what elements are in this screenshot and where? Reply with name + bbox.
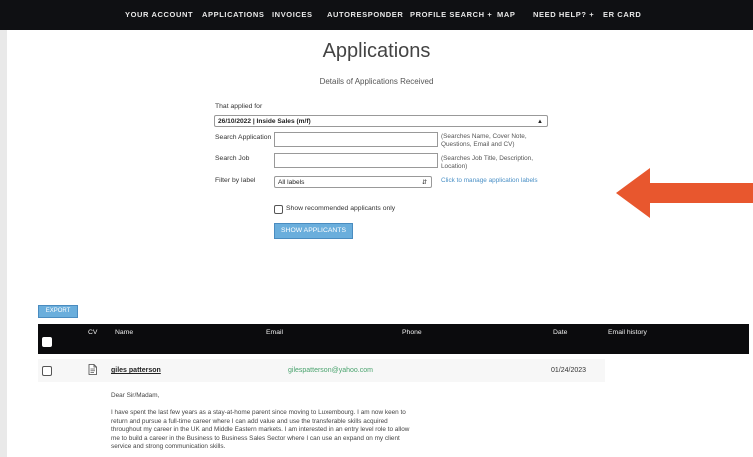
search-application-label: Search Application bbox=[215, 134, 272, 141]
search-job-hint: (Searches Job Title, Description, Locati… bbox=[441, 155, 533, 170]
header-phone: Phone bbox=[402, 329, 422, 336]
nav-invoices[interactable]: INVOICES bbox=[272, 0, 313, 30]
letter-line-1: I have spent the last few years as a sta… bbox=[111, 409, 406, 416]
letter-line-2: return and pursue a full-time career whe… bbox=[111, 417, 388, 425]
document-icon[interactable] bbox=[88, 364, 97, 375]
letter-greeting: Dear Sir/Madam, bbox=[111, 392, 160, 399]
search-application-hint: (Searches Name, Cover Note, Questions, E… bbox=[441, 133, 527, 148]
nav-er-card[interactable]: ER CARD bbox=[603, 0, 641, 30]
nav-your-account[interactable]: YOUR ACCOUNT bbox=[125, 0, 193, 30]
export-button[interactable]: EXPORT bbox=[38, 305, 78, 318]
select-all-checkbox[interactable] bbox=[42, 337, 52, 347]
filter-label: Filter by label bbox=[215, 177, 256, 184]
recommended-label: Show recommended applicants only bbox=[286, 205, 396, 212]
header-email-history: Email history bbox=[608, 329, 647, 336]
arrow-pointer-icon bbox=[616, 168, 753, 218]
nav-need-help[interactable]: NEED HELP? + bbox=[533, 0, 594, 30]
applicant-email-link[interactable]: gilespatterson@yahoo.com bbox=[288, 367, 373, 374]
header-cv: CV bbox=[88, 329, 98, 336]
nav-map[interactable]: MAP bbox=[497, 0, 515, 30]
page-left-edge bbox=[0, 30, 7, 457]
application-date: 01/24/2023 bbox=[551, 367, 587, 374]
search-job-input[interactable] bbox=[274, 153, 438, 168]
header-date: Date bbox=[553, 329, 568, 336]
select-arrows-icon: ⇵ bbox=[421, 180, 427, 186]
table-header: CV Name Email Phone Date Email history bbox=[38, 324, 749, 354]
nav-applications[interactable]: APPLICATIONS bbox=[202, 0, 264, 30]
applicant-name-link[interactable]: giles patterson bbox=[111, 367, 161, 374]
manage-labels-link[interactable]: Click to manage application labels bbox=[441, 177, 541, 185]
show-applicants-button[interactable]: SHOW APPLICANTS bbox=[274, 223, 353, 239]
header-name: Name bbox=[115, 329, 134, 336]
page-subtitle: Details of Applications Received bbox=[319, 77, 434, 86]
letter-line-4: me to build a career in the Business to … bbox=[111, 434, 400, 442]
row-select-checkbox[interactable] bbox=[42, 366, 52, 376]
applied-for-value: 26/10/2022 | Inside Sales (m/f) bbox=[218, 118, 311, 125]
search-application-input[interactable] bbox=[274, 132, 438, 147]
header-email: Email bbox=[266, 329, 283, 336]
applied-for-label: That applied for bbox=[215, 103, 263, 110]
nav-profile-search[interactable]: PROFILE SEARCH + bbox=[410, 0, 492, 30]
nav-autoresponder[interactable]: AUTORESPONDER bbox=[327, 0, 403, 30]
filter-value: All labels bbox=[278, 179, 305, 186]
letter-line-3: throughout my career in the UK and Middl… bbox=[111, 426, 410, 434]
recommended-checkbox[interactable] bbox=[274, 205, 283, 214]
applied-for-select[interactable]: 26/10/2022 | Inside Sales (m/f) ▲︎ bbox=[214, 115, 548, 127]
select-arrows-icon: ▲︎ bbox=[537, 119, 543, 125]
search-job-label: Search Job bbox=[215, 155, 250, 162]
letter-line-5: service and strong communication skills. bbox=[111, 443, 226, 451]
page-title: Applications bbox=[322, 40, 431, 62]
top-navigation: YOUR ACCOUNT APPLICATIONS INVOICES AUTOR… bbox=[0, 0, 753, 30]
filter-select[interactable]: All labels ⇵ bbox=[274, 176, 432, 188]
